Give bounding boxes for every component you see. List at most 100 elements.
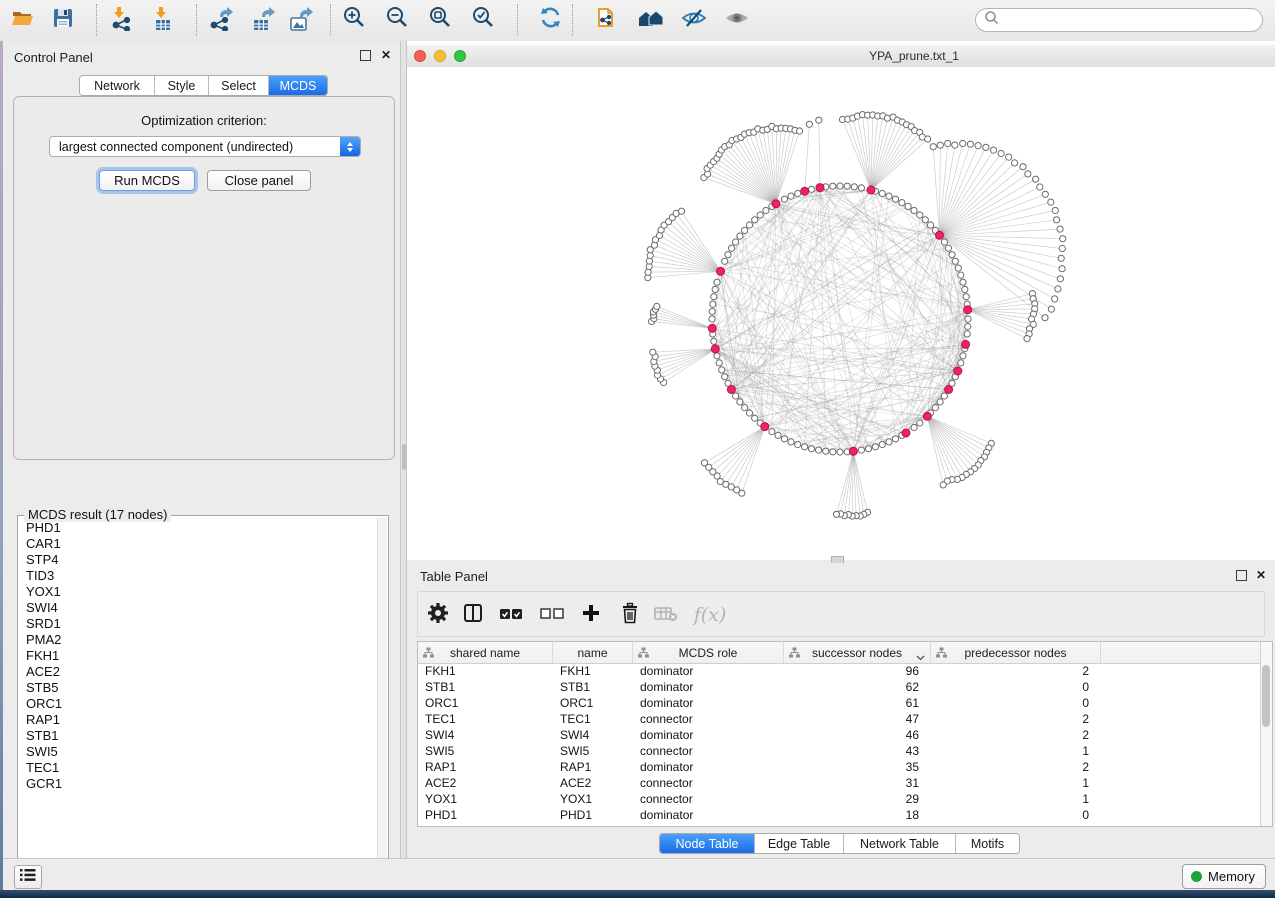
refresh-button[interactable] xyxy=(534,4,568,36)
mcds-result-item[interactable]: SWI4 xyxy=(19,600,377,616)
share-document-button[interactable] xyxy=(590,4,624,36)
export-network-button[interactable] xyxy=(203,4,237,36)
table-settings-button[interactable] xyxy=(424,601,452,629)
tab-mcds[interactable]: MCDS xyxy=(269,76,327,95)
zoom-in-button[interactable] xyxy=(337,4,371,36)
home-button[interactable] xyxy=(634,4,668,36)
control-panel: Control Panel ✕ NetworkStyleSelectMCDS O… xyxy=(3,41,400,858)
tab-edge-table[interactable]: Edge Table xyxy=(755,834,844,853)
mcds-result-item[interactable]: PMA2 xyxy=(19,632,377,648)
criterion-select[interactable]: largest connected component (undirected) xyxy=(49,136,361,157)
float-table-panel-button[interactable] xyxy=(1234,568,1248,582)
toolbar-separator xyxy=(330,4,331,36)
hide-details-button[interactable] xyxy=(677,4,711,36)
mcds-result-item[interactable]: RAP1 xyxy=(19,712,377,728)
vertical-splitter[interactable] xyxy=(400,41,407,858)
zoom-selected-button[interactable] xyxy=(466,4,500,36)
mcds-result-item[interactable]: YOX1 xyxy=(19,584,377,600)
close-table-panel-button[interactable]: ✕ xyxy=(1254,568,1268,582)
export-image-button[interactable] xyxy=(283,4,317,36)
column-header-MCDS-role[interactable]: MCDS role xyxy=(633,642,784,663)
cell-shared-name: ORC1 xyxy=(418,696,553,710)
cell-mcds-role: connector xyxy=(633,776,784,790)
mcds-list-scrollbar[interactable] xyxy=(377,517,387,879)
select-all-button[interactable] xyxy=(497,601,525,629)
import-table-button[interactable] xyxy=(146,4,180,36)
mcds-result-item[interactable]: SRD1 xyxy=(19,616,377,632)
column-header-shared-name[interactable]: shared name xyxy=(418,642,553,663)
function-builder-button[interactable]: f(x) xyxy=(690,601,730,629)
mcds-result-list[interactable]: PHD1CAR1STP4TID3YOX1SWI4SRD1PMA2FKH1ACE2… xyxy=(19,520,377,878)
table-row[interactable]: FKH1FKH1dominator962 xyxy=(418,663,1260,679)
float-panel-button[interactable] xyxy=(358,48,372,62)
tab-select[interactable]: Select xyxy=(209,76,269,95)
table-row[interactable]: PHD1PHD1dominator180 xyxy=(418,807,1260,823)
tab-network[interactable]: Network xyxy=(80,76,155,95)
add-column-button[interactable] xyxy=(577,601,605,629)
mcds-result-item[interactable]: TID3 xyxy=(19,568,377,584)
deselect-all-button[interactable] xyxy=(538,601,566,629)
column-header-name[interactable]: name xyxy=(553,642,633,663)
mcds-result-item[interactable]: ACE2 xyxy=(19,664,377,680)
delete-table-button[interactable] xyxy=(652,601,680,629)
table-row[interactable]: STB1STB1dominator620 xyxy=(418,679,1260,695)
table-row[interactable]: TEC1TEC1connector472 xyxy=(418,711,1260,727)
network-window-titlebar[interactable]: YPA_prune.txt_1 xyxy=(407,45,1275,68)
mcds-result-item[interactable]: PHD1 xyxy=(19,520,377,536)
table-row[interactable]: SWI4SWI4dominator462 xyxy=(418,727,1260,743)
cell-mcds-role: connector xyxy=(633,792,784,806)
zoom-out-icon xyxy=(384,5,410,36)
table-row[interactable]: ACE2ACE2connector311 xyxy=(418,775,1260,791)
task-history-button[interactable] xyxy=(14,865,42,889)
network-canvas[interactable] xyxy=(407,67,1275,560)
column-header-successor-nodes[interactable]: successor nodes xyxy=(784,642,931,663)
table-scrollbar-thumb[interactable] xyxy=(1262,665,1270,727)
mcds-result-item[interactable]: ORC1 xyxy=(19,696,377,712)
table-row[interactable]: RAP1RAP1dominator352 xyxy=(418,759,1260,775)
refresh-icon xyxy=(538,5,564,36)
mcds-result-item[interactable]: STB5 xyxy=(19,680,377,696)
table-row[interactable]: ORC1ORC1dominator610 xyxy=(418,695,1260,711)
window-close-light[interactable] xyxy=(414,50,426,62)
close-panel-button[interactable]: ✕ xyxy=(379,48,393,62)
network-graph[interactable] xyxy=(407,67,1275,560)
run-mcds-button[interactable]: Run MCDS xyxy=(99,170,195,191)
show-columns-button[interactable] xyxy=(459,601,487,629)
zoom-fit-button[interactable] xyxy=(423,4,457,36)
window-zoom-light[interactable] xyxy=(454,50,466,62)
import-network-button[interactable] xyxy=(104,4,138,36)
mcds-result-item[interactable]: GCR1 xyxy=(19,776,377,792)
cell-name: STB1 xyxy=(553,680,633,694)
tab-node-table[interactable]: Node Table xyxy=(660,834,755,853)
export-table-button[interactable] xyxy=(245,4,279,36)
mcds-result-item[interactable]: CAR1 xyxy=(19,536,377,552)
mcds-result-item[interactable]: SWI5 xyxy=(19,744,377,760)
table-header-row: shared namenameMCDS rolesuccessor nodesp… xyxy=(418,642,1260,664)
cell-predecessor-nodes: 0 xyxy=(931,680,1101,694)
show-details-button[interactable] xyxy=(720,4,754,36)
mcds-result-item[interactable]: FKH1 xyxy=(19,648,377,664)
save-session-button[interactable] xyxy=(46,4,80,36)
memory-button[interactable]: Memory xyxy=(1182,864,1266,889)
table-row[interactable]: SWI5SWI5connector431 xyxy=(418,743,1260,759)
search-input[interactable] xyxy=(1004,12,1262,28)
memory-status-icon xyxy=(1191,871,1202,882)
open-file-button[interactable] xyxy=(6,4,40,36)
mcds-result-item[interactable]: TEC1 xyxy=(19,760,377,776)
column-header-predecessor-nodes[interactable]: predecessor nodes xyxy=(931,642,1101,663)
mcds-result-item[interactable]: STP4 xyxy=(19,552,377,568)
cell-successor-nodes: 61 xyxy=(784,696,931,710)
tab-network-table[interactable]: Network Table xyxy=(844,834,956,853)
tab-style[interactable]: Style xyxy=(155,76,209,95)
zoom-out-button[interactable] xyxy=(380,4,414,36)
close-panel-button-mcds[interactable]: Close panel xyxy=(207,170,311,191)
window-minimize-light[interactable] xyxy=(434,50,446,62)
splitter-handle[interactable] xyxy=(402,444,406,470)
table-scrollbar[interactable] xyxy=(1260,642,1272,826)
tab-motifs[interactable]: Motifs xyxy=(956,834,1019,853)
search-field[interactable] xyxy=(975,8,1263,32)
mcds-result-item[interactable]: STB1 xyxy=(19,728,377,744)
delete-column-button[interactable] xyxy=(616,601,644,629)
cell-shared-name: SWI5 xyxy=(418,744,553,758)
table-row[interactable]: YOX1YOX1connector291 xyxy=(418,791,1260,807)
